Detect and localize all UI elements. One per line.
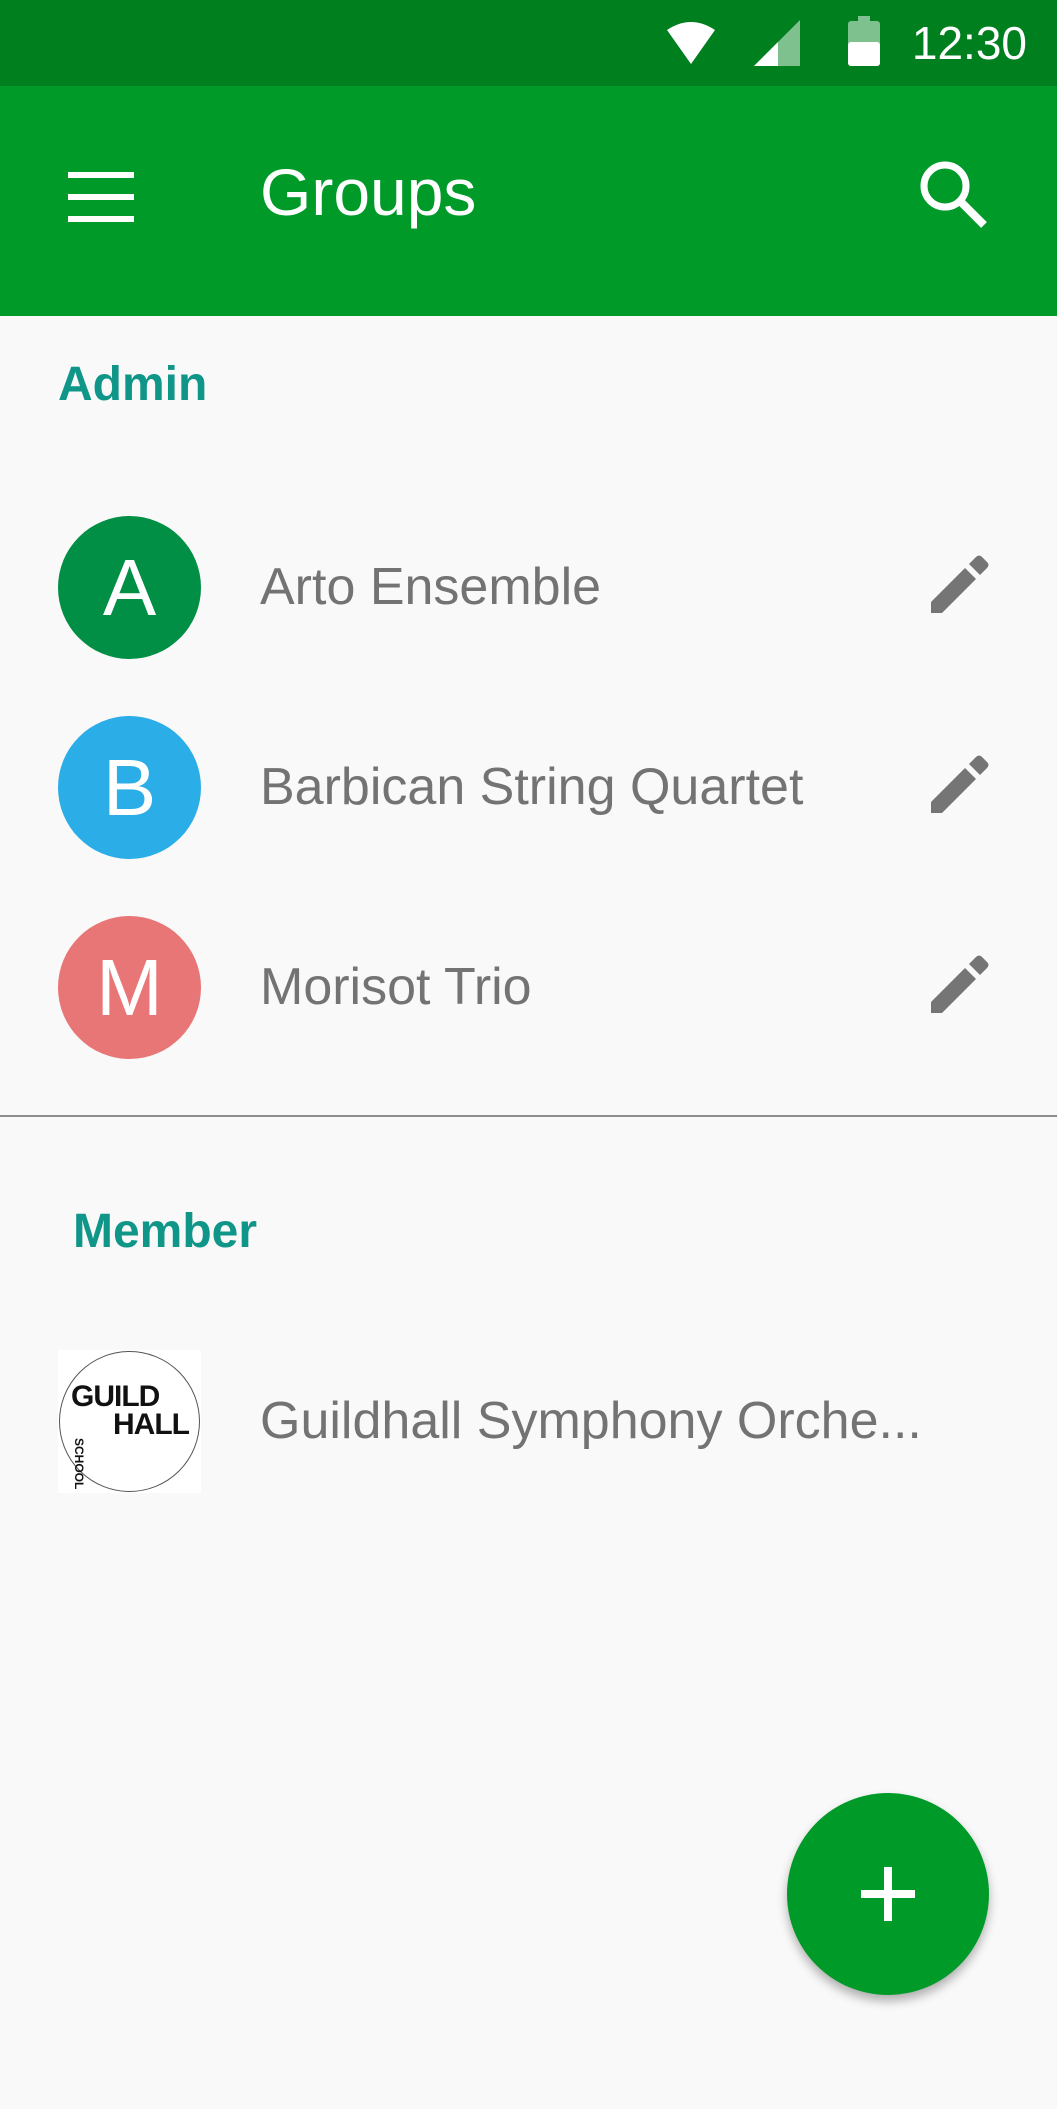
add-group-button[interactable] (787, 1793, 989, 1995)
search-button[interactable] (909, 150, 1005, 246)
group-avatar: A (58, 516, 201, 659)
search-icon (920, 161, 987, 228)
edit-group-button[interactable] (923, 749, 995, 821)
group-name: Barbican String Quartet (260, 758, 804, 816)
member-section-header: Member (73, 1205, 258, 1258)
admin-section-header: Admin (58, 358, 208, 411)
group-avatar: M (58, 916, 201, 1059)
page-title: Groups (260, 155, 477, 229)
status-clock: 12:30 (911, 17, 1027, 69)
section-divider (0, 1115, 1057, 1117)
pencil-icon (931, 755, 989, 813)
group-row-arto-ensemble[interactable]: A Arto Ensemble (0, 487, 1057, 687)
group-name: Guildhall Symphony Orche... (260, 1392, 922, 1450)
group-name: Morisot Trio (260, 958, 532, 1016)
cellular-signal-icon (754, 20, 800, 66)
group-row-barbican-string-quartet[interactable]: B Barbican String Quartet (0, 687, 1057, 887)
group-row-morisot-trio[interactable]: M Morisot Trio (0, 887, 1057, 1087)
app-bar: Groups (0, 86, 1057, 316)
menu-button[interactable] (60, 158, 144, 242)
wifi-icon (667, 22, 715, 64)
group-name: Arto Ensemble (260, 558, 602, 616)
edit-group-button[interactable] (923, 949, 995, 1021)
guildhall-school-logo: GUILD HALL SCHOOL (58, 1350, 201, 1493)
plus-icon (861, 1867, 915, 1921)
status-bar: 12:30 (0, 0, 1057, 86)
edit-group-button[interactable] (923, 549, 995, 621)
pencil-icon (931, 555, 989, 613)
battery-icon (848, 16, 880, 66)
menu-icon (68, 172, 134, 222)
pencil-icon (931, 955, 989, 1013)
group-avatar: B (58, 716, 201, 859)
